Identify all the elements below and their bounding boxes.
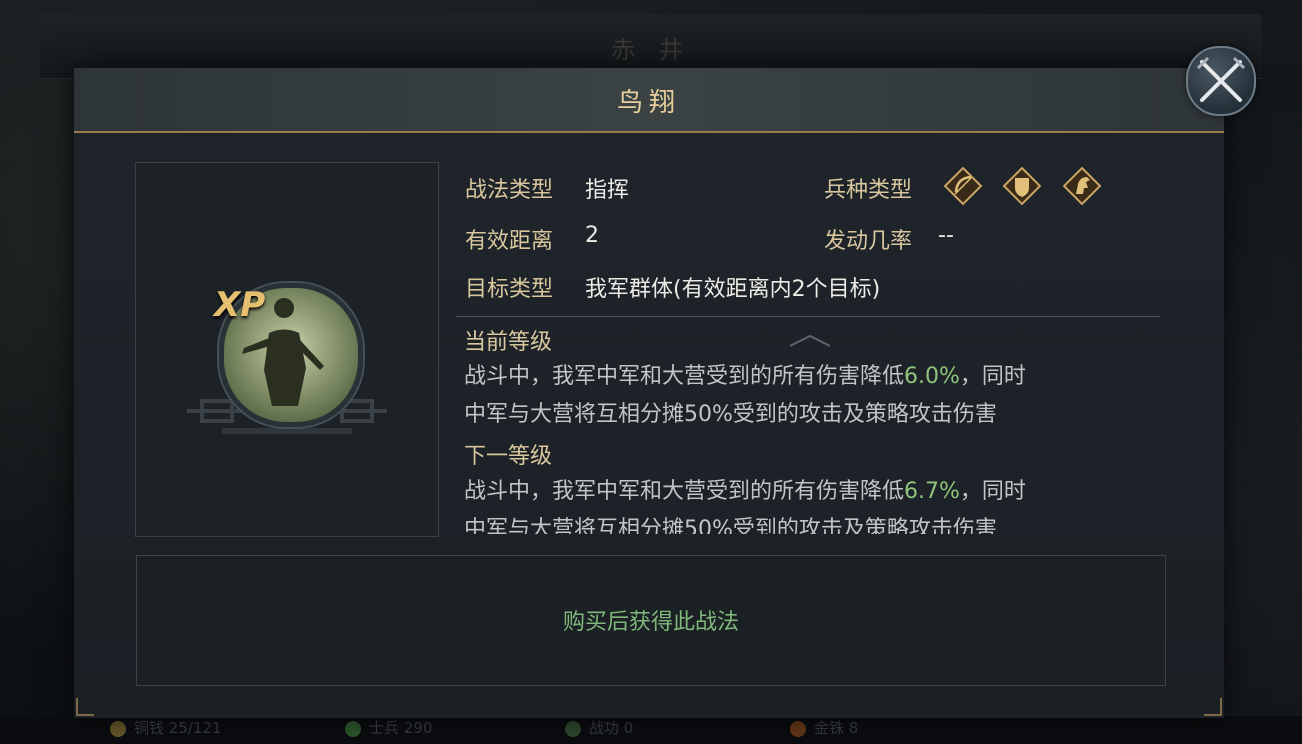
current-level-line1: 战斗中，我军中军和大营受到的所有伤害降低6.0%，同时 bbox=[464, 364, 1026, 389]
next-level-line1: 战斗中，我军中军和大营受到的所有伤害降低6.7%，同时 bbox=[464, 479, 1026, 504]
background-title: 赤 井 bbox=[611, 36, 691, 64]
level-description-scroll[interactable]: 当前等级 战斗中，我军中军和大营受到的所有伤害降低6.0%，同时 中军与大营将互… bbox=[456, 326, 1160, 534]
skill-type-value: 指挥 bbox=[585, 178, 630, 203]
skill-portrait-panel: XP bbox=[135, 162, 439, 537]
soldier-icon bbox=[345, 720, 361, 737]
status-gold: 金铢 8 bbox=[790, 717, 858, 738]
trigger-rate-value: -- bbox=[938, 223, 954, 248]
corner-ornament-left bbox=[76, 698, 94, 716]
trigger-rate-label: 发动几率 bbox=[824, 229, 913, 254]
skill-type-label: 战法类型 bbox=[465, 178, 554, 203]
next-level-line2: 中军与大营将互相分摊50%受到的攻击及策略攻击伤害 bbox=[464, 517, 997, 534]
current-level-line2: 中军与大营将互相分摊50%受到的攻击及策略攻击伤害 bbox=[464, 402, 997, 427]
xp-badge: XP bbox=[214, 285, 266, 325]
range-label: 有效距离 bbox=[465, 229, 554, 254]
background-status-bar: 铜钱 25/121 士兵 290 战功 0 金铢 8 bbox=[0, 716, 1302, 744]
horse-icon bbox=[1062, 166, 1102, 206]
status-copper: 铜钱 25/121 bbox=[110, 717, 222, 738]
current-level-title: 当前等级 bbox=[464, 330, 553, 355]
troop-type-label: 兵种类型 bbox=[824, 178, 913, 203]
dialog-title: 鸟翔 bbox=[616, 88, 681, 118]
bow-icon bbox=[943, 166, 983, 206]
close-button[interactable] bbox=[1186, 46, 1256, 116]
info-divider bbox=[456, 316, 1160, 317]
status-merit: 战功 0 bbox=[565, 717, 633, 738]
next-level-title: 下一等级 bbox=[464, 444, 553, 469]
crossed-swords-icon bbox=[1196, 56, 1246, 102]
gold-icon bbox=[790, 720, 806, 737]
current-level-value: 6.0% bbox=[904, 364, 960, 389]
range-value: 2 bbox=[585, 223, 599, 248]
purchase-info-panel: 购买后获得此战法 bbox=[136, 555, 1166, 686]
merit-icon bbox=[565, 720, 581, 737]
dialog-header: 鸟翔 bbox=[74, 68, 1224, 133]
status-soldiers: 士兵 290 bbox=[345, 717, 432, 738]
target-value: 我军群体(有效距离内2个目标) bbox=[585, 277, 881, 302]
target-label: 目标类型 bbox=[465, 277, 554, 302]
next-level-value: 6.7% bbox=[904, 479, 960, 504]
corner-ornament-right bbox=[1204, 698, 1222, 716]
shield-icon bbox=[1002, 166, 1042, 206]
purchase-hint: 购买后获得此战法 bbox=[562, 610, 739, 635]
copper-icon bbox=[110, 720, 126, 737]
